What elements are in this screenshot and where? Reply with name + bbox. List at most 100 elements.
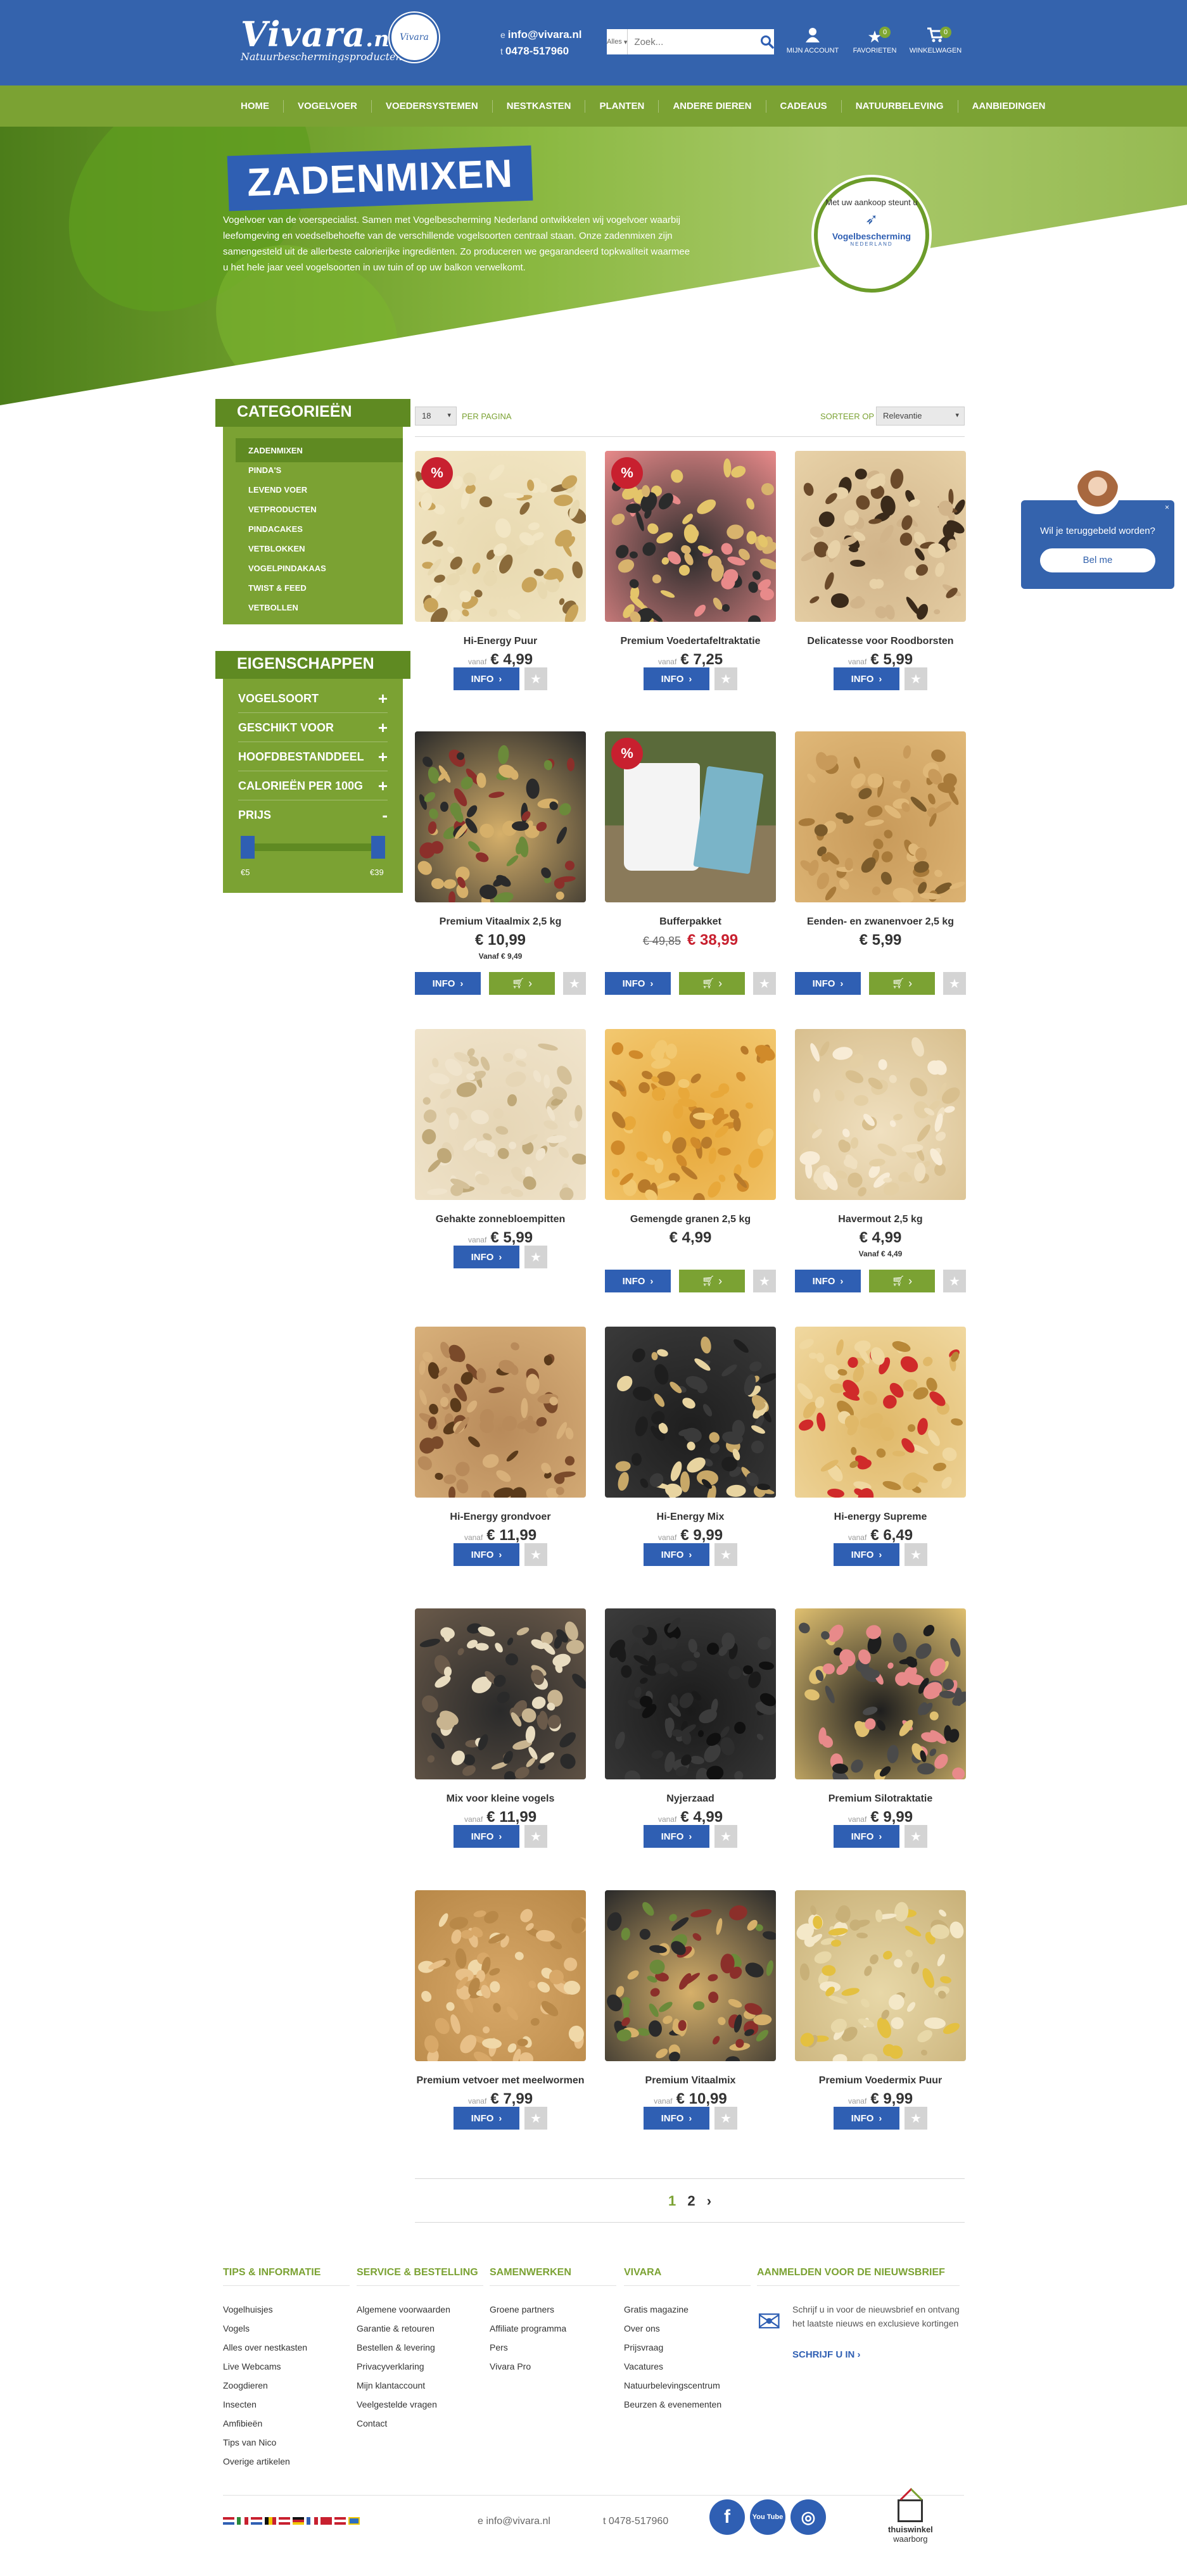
instagram-icon[interactable]: ◎: [790, 2499, 826, 2535]
product-name[interactable]: Hi-Energy Mix: [605, 1512, 776, 1523]
product-image[interactable]: [605, 1890, 776, 2061]
add-favorite-button[interactable]: ★: [563, 972, 586, 995]
footer-link[interactable]: Garantie & retouren: [357, 2319, 483, 2338]
info-button[interactable]: INFO ›: [834, 667, 899, 690]
add-favorite-button[interactable]: ★: [524, 667, 547, 690]
next-page-arrow[interactable]: ›: [707, 2193, 711, 2209]
filter-calorieen[interactable]: CALORIEËN PER 100G +: [238, 771, 388, 800]
add-favorite-button[interactable]: ★: [524, 1825, 547, 1848]
add-favorite-button[interactable]: ★: [905, 1825, 927, 1848]
product-image[interactable]: [415, 1029, 586, 1200]
nav-item-voedersystemen[interactable]: VOEDERSYSTEMEN: [372, 99, 493, 113]
product-name[interactable]: Nyjerzaad: [605, 1793, 776, 1805]
add-favorite-button[interactable]: ★: [714, 667, 737, 690]
product-name[interactable]: Bufferpakket: [605, 916, 776, 928]
footer-link[interactable]: Tips van Nico: [223, 2433, 350, 2452]
flag-at-icon[interactable]: [279, 2517, 290, 2525]
info-button[interactable]: INFO ›: [454, 1246, 519, 1268]
slider-handle-min[interactable]: [241, 836, 255, 859]
footer-link[interactable]: Mijn klantaccount: [357, 2376, 483, 2395]
info-button[interactable]: INFO ›: [644, 667, 709, 690]
product-name[interactable]: Premium Silotraktatie: [795, 1793, 966, 1805]
product-image[interactable]: %: [605, 731, 776, 902]
filter-vogelsoort[interactable]: VOGELSOORT +: [238, 684, 388, 713]
add-favorite-button[interactable]: ★: [943, 972, 966, 995]
footer-link[interactable]: Live Webcams: [223, 2357, 350, 2376]
info-button[interactable]: INFO ›: [454, 667, 519, 690]
flag-it-icon[interactable]: [237, 2517, 248, 2525]
footer-link[interactable]: Vivara Pro: [490, 2357, 616, 2376]
product-image[interactable]: [605, 1608, 776, 1779]
per-page-select[interactable]: 18: [415, 407, 457, 426]
footer-link[interactable]: Insecten: [223, 2395, 350, 2414]
footer-link[interactable]: Contact: [357, 2414, 483, 2433]
product-name[interactable]: Hi-Energy Puur: [415, 636, 586, 647]
footer-link[interactable]: Beurzen & evenementen: [624, 2395, 751, 2414]
category-item-vetblokken[interactable]: VETBLOKKEN: [248, 539, 326, 559]
product-image[interactable]: [605, 1029, 776, 1200]
product-name[interactable]: Premium Vitaalmix 2,5 kg: [415, 916, 586, 928]
category-item-vetproducten[interactable]: VETPRODUCTEN: [248, 500, 326, 519]
page-1[interactable]: 1: [668, 2193, 676, 2209]
footer-link[interactable]: Vogelhuisjes: [223, 2300, 350, 2319]
add-favorite-button[interactable]: ★: [714, 2107, 737, 2130]
flag-de-icon[interactable]: [293, 2517, 304, 2525]
nav-item-planten[interactable]: PLANTEN: [585, 99, 659, 113]
product-image[interactable]: [415, 1608, 586, 1779]
product-name[interactable]: Hi-energy Supreme: [795, 1512, 966, 1523]
nav-item-andere-dieren[interactable]: ANDERE DIEREN: [659, 99, 766, 113]
add-favorite-button[interactable]: ★: [905, 1543, 927, 1566]
info-button[interactable]: INFO ›: [795, 972, 861, 995]
footer-link[interactable]: Alles over nestkasten: [223, 2338, 350, 2357]
info-button[interactable]: INFO ›: [454, 1543, 519, 1566]
flag-dk-icon[interactable]: [321, 2517, 332, 2525]
info-button[interactable]: INFO ›: [834, 1543, 899, 1566]
footer-link[interactable]: Vogels: [223, 2319, 350, 2338]
search-scope-select[interactable]: Alles ▾: [607, 29, 628, 54]
add-to-cart-button[interactable]: 🛒︎ ›: [489, 972, 555, 995]
product-name[interactable]: Eenden- en zwanenvoer 2,5 kg: [795, 916, 966, 928]
product-name[interactable]: Havermout 2,5 kg: [795, 1214, 966, 1225]
product-name[interactable]: Premium Vitaalmix: [605, 2075, 776, 2087]
product-image[interactable]: %: [605, 451, 776, 622]
info-button[interactable]: INFO ›: [834, 2107, 899, 2130]
flag-se-icon[interactable]: [348, 2517, 360, 2525]
footer-link[interactable]: Zoogdieren: [223, 2376, 350, 2395]
search-input[interactable]: [628, 30, 761, 54]
footer-link[interactable]: Algemene voorwaarden: [357, 2300, 483, 2319]
add-to-cart-button[interactable]: 🛒︎ ›: [869, 972, 935, 995]
header-email-link[interactable]: info@vivara.nl: [508, 28, 582, 41]
nav-item-vogelvoer[interactable]: VOGELVOER: [284, 99, 372, 113]
nav-item-nestkasten[interactable]: NESTKASTEN: [493, 99, 586, 113]
footer-link[interactable]: Bestellen & levering: [357, 2338, 483, 2357]
thuiswinkel-waarborg-logo[interactable]: thuiswinkel waarborg: [888, 2499, 933, 2544]
info-button[interactable]: INFO ›: [454, 1825, 519, 1848]
add-to-cart-button[interactable]: 🛒︎ ›: [869, 1270, 935, 1292]
add-favorite-button[interactable]: ★: [524, 1246, 547, 1268]
info-button[interactable]: INFO ›: [644, 1825, 709, 1848]
product-image[interactable]: [795, 1890, 966, 2061]
add-favorite-button[interactable]: ★: [753, 972, 776, 995]
add-to-cart-button[interactable]: 🛒︎ ›: [679, 972, 745, 995]
add-favorite-button[interactable]: ★: [524, 1543, 547, 1566]
footer-link[interactable]: Veelgestelde vragen: [357, 2395, 483, 2414]
add-favorite-button[interactable]: ★: [524, 2107, 547, 2130]
footer-email[interactable]: e info@vivara.nl: [478, 2516, 550, 2527]
product-image[interactable]: [795, 1327, 966, 1498]
account-link[interactable]: MIJN ACCOUNT: [784, 27, 841, 54]
info-button[interactable]: INFO ›: [834, 1825, 899, 1848]
page-2[interactable]: 2: [687, 2193, 695, 2209]
footer-link[interactable]: Affiliate programma: [490, 2319, 616, 2338]
product-image[interactable]: [415, 731, 586, 902]
footer-link[interactable]: Groene partners: [490, 2300, 616, 2319]
product-name[interactable]: Premium Voedertafeltraktatie: [605, 636, 776, 647]
footer-link[interactable]: Prijsvraag: [624, 2338, 751, 2357]
filter-hoofdbestanddeel[interactable]: HOOFDBESTANDDEEL +: [238, 742, 388, 771]
call-me-button[interactable]: Bel me: [1040, 548, 1155, 572]
footer-link[interactable]: Gratis magazine: [624, 2300, 751, 2319]
slider-handle-max[interactable]: [371, 836, 385, 859]
category-item-zadenmixen[interactable]: ZADENMIXEN: [248, 441, 326, 460]
nav-item-aanbiedingen[interactable]: AANBIEDINGEN: [958, 100, 1060, 113]
nav-item-home[interactable]: HOME: [227, 99, 284, 113]
logo[interactable]: Vivara.nl Natuurbeschermingsproducten: [241, 14, 402, 63]
